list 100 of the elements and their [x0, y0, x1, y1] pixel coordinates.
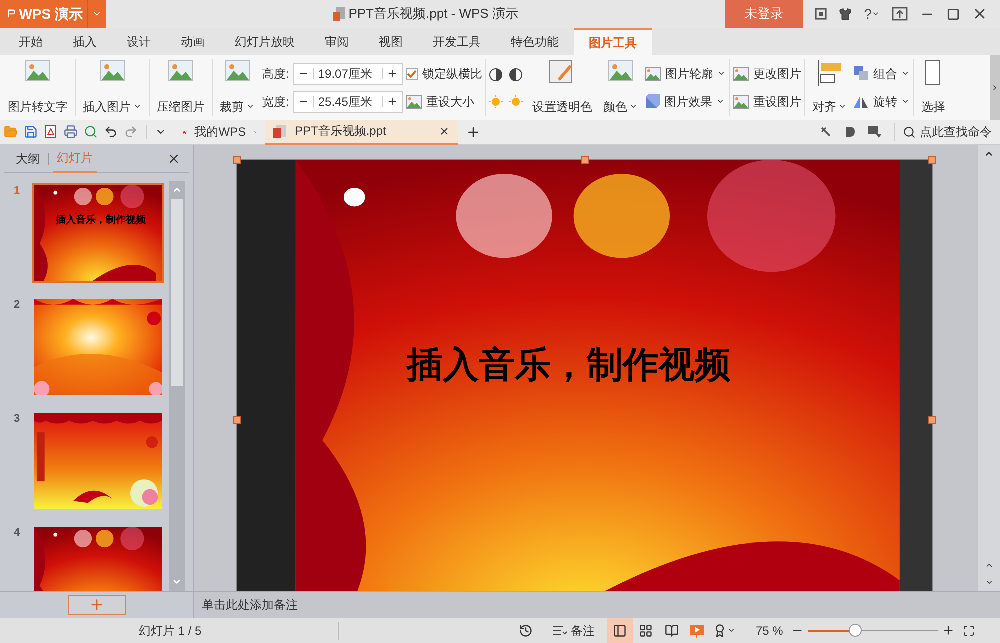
size-value: 25.45厘米 [317, 94, 374, 110]
resize-handle[interactable] [233, 416, 241, 424]
picture-outline-button[interactable]: 图片轮廓 [645, 62, 726, 84]
ribbon-tab[interactable]: 设计 [112, 28, 166, 55]
set-transparent-color-button[interactable]: 设置透明色 [528, 60, 596, 116]
normal-view-button[interactable] [607, 618, 633, 643]
selection-pane-icon [925, 60, 942, 86]
slide-counter: 幻灯片 1 / 5 [139, 622, 339, 640]
slide-number: 3 [14, 412, 22, 427]
align-button[interactable]: 对齐 [808, 60, 852, 116]
increase-icon[interactable] [387, 96, 398, 107]
previous-slide-icon[interactable] [984, 561, 994, 570]
ribbon-tab[interactable]: 幻灯片放映 [220, 28, 310, 55]
pin-icon[interactable] [820, 126, 832, 138]
document-icon [332, 7, 345, 21]
caret-icon[interactable] [727, 626, 736, 635]
reading-view-icon [665, 624, 679, 638]
shirt-icon[interactable] [839, 8, 852, 20]
reset-picture-button[interactable]: 重设图片 [733, 90, 802, 112]
slide-thumbnail[interactable]: 插入音乐，制作视频 [32, 183, 164, 283]
increase-icon[interactable] [387, 68, 398, 79]
slide-number: 1 [14, 184, 22, 199]
change-picture-button[interactable]: 更改图片 [733, 62, 802, 84]
undo-icon[interactable] [104, 125, 118, 139]
skin-icon [815, 8, 828, 20]
zoom-percentage: 75 % [756, 622, 784, 640]
ribbon-tab[interactable]: 插入 [58, 28, 112, 55]
ribbon-tab[interactable]: 特色功能 [496, 28, 574, 55]
scrollbar[interactable] [169, 181, 185, 591]
plus-icon [88, 597, 104, 613]
zoom-in-icon[interactable] [942, 624, 956, 637]
select-button[interactable]: 选择 [917, 60, 950, 116]
checkbox-box[interactable] [406, 68, 418, 80]
ribbon-award-icon[interactable] [713, 624, 727, 638]
size-field[interactable]: 25.45厘米 [293, 90, 404, 112]
maximize-icon[interactable] [947, 8, 960, 20]
scrollbar[interactable] [978, 145, 1000, 591]
rotate-button[interactable]: 旋转 [854, 90, 910, 112]
next-slide-icon[interactable] [984, 578, 994, 587]
dropdown-menu-icon[interactable] [868, 126, 882, 138]
contrast-down-icon[interactable] [509, 68, 526, 82]
save-icon[interactable] [24, 125, 38, 139]
history-icon[interactable] [519, 624, 533, 638]
slide-number: 2 [14, 298, 22, 313]
picture-to-text-icon [25, 60, 51, 82]
group-button[interactable]: 组合 [854, 62, 910, 84]
close-tab-icon[interactable] [439, 126, 450, 136]
contrast-up-icon[interactable] [489, 68, 506, 82]
zoom-slider-thumb[interactable] [849, 624, 862, 637]
help-button[interactable]: ? [864, 4, 880, 24]
export-pdf-icon[interactable] [44, 125, 58, 139]
thumbnail-title: 插入音乐，制作视频 [56, 213, 146, 228]
notes-placeholder[interactable]: 单击此处添加备注 [202, 596, 298, 614]
slide-title[interactable]: 插入音乐，制作视频 [407, 338, 731, 392]
align-icon [818, 60, 842, 86]
panel-tab[interactable]: 大纲 [12, 144, 44, 172]
ribbon-tab[interactable]: 审阅 [310, 28, 364, 55]
size-value: 19.07厘米 [317, 66, 374, 82]
resize-handle[interactable] [581, 156, 589, 164]
lock-ratio-checkbox[interactable]: 锁定纵横比 [406, 62, 482, 84]
scrollbar-thumb[interactable] [171, 199, 183, 386]
slideshow-icon[interactable] [689, 624, 705, 638]
crop-icon [224, 60, 250, 82]
ribbon-tab[interactable]: 动画 [166, 28, 220, 55]
picture-effect-button[interactable]: 图片效果 [645, 90, 726, 112]
ribbon-tab[interactable]: 视图 [364, 28, 418, 55]
reset-size-button[interactable]: 重设大小 [406, 90, 482, 112]
color-icon [608, 60, 634, 82]
ribbon-tab[interactable]: 开始 [4, 28, 58, 55]
normal-view-icon [613, 624, 627, 638]
presentation-icon [273, 124, 287, 138]
fit-window-icon[interactable] [963, 624, 976, 636]
new-tab-icon[interactable] [466, 124, 481, 140]
document-tab[interactable]: PPT音乐视频.ppt [265, 120, 458, 144]
outline-icon [645, 66, 662, 80]
crop-button[interactable]: 裁剪 [216, 60, 259, 116]
color-button[interactable]: 颜色 [599, 60, 642, 116]
shape-icon[interactable] [844, 126, 856, 138]
ribbon-tab[interactable]: 开发工具 [418, 28, 496, 55]
caret-icon [872, 10, 880, 18]
insert-picture-button[interactable]: 插入图片 [79, 60, 146, 116]
resize-handle[interactable] [233, 156, 241, 164]
notes-button[interactable]: 备注 [553, 622, 595, 640]
restore-ribbon-icon[interactable] [892, 7, 908, 21]
scroll-up-icon[interactable] [984, 149, 994, 159]
sorter-view-icon [639, 624, 653, 638]
print-preview-icon[interactable] [84, 125, 98, 139]
size-field[interactable]: 19.07厘米 [293, 62, 404, 84]
compress-picture-button[interactable]: 压缩图片 [153, 60, 209, 116]
group-icon [854, 66, 870, 81]
change-picture-icon [733, 66, 750, 80]
transparency-icon [549, 60, 576, 84]
picture-to-text-button[interactable]: 图片转文字 [4, 60, 72, 116]
slide-number: 4 [14, 526, 22, 541]
reset-size-icon [406, 94, 422, 108]
document-tab[interactable]: 我的WPS [175, 120, 265, 144]
resize-handle[interactable] [928, 156, 936, 164]
resize-handle[interactable] [928, 416, 936, 424]
print-icon[interactable] [64, 125, 78, 139]
command-search-field[interactable]: 点此查找命令 [894, 123, 992, 141]
